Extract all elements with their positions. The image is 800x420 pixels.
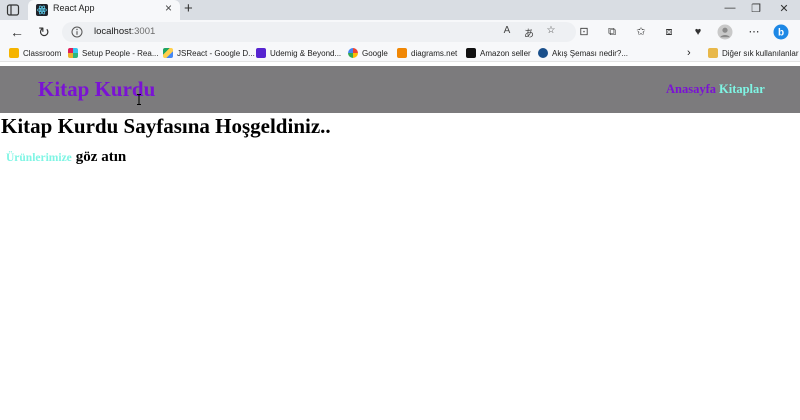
- svg-text:b: b: [778, 28, 784, 39]
- bookmark-label: diagrams.net: [411, 48, 458, 58]
- bookmark-item[interactable]: Google: [348, 46, 388, 60]
- bookmark-item[interactable]: JSReact - Google D...: [163, 46, 255, 60]
- nav-link-kitaplar[interactable]: Kitaplar: [719, 82, 765, 97]
- profile-avatar-icon[interactable]: [717, 24, 733, 40]
- products-callout: Ürünlerimize göz atın: [6, 148, 126, 166]
- refresh-icon[interactable]: ↻: [36, 24, 52, 40]
- info-icon[interactable]: [71, 26, 83, 38]
- bookmark-label: Google: [362, 48, 388, 58]
- bookmark-item[interactable]: Udemig & Beyond...: [256, 46, 341, 60]
- products-link[interactable]: Ürünlerimize: [6, 152, 72, 164]
- bookmark-label: Classroom: [23, 48, 62, 58]
- bookmarks-overflow-icon[interactable]: ›: [687, 46, 691, 60]
- browser-essentials-icon[interactable]: ♥: [690, 24, 706, 40]
- page-title: Kitap Kurdu Sayfasına Hoşgeldiniz..: [1, 114, 331, 138]
- browser-tab[interactable]: React App ×: [28, 0, 180, 20]
- bookmark-label: Udemig & Beyond...: [270, 48, 342, 58]
- extensions-icon[interactable]: ⧉: [604, 24, 620, 40]
- amazon-icon: [466, 48, 476, 58]
- address-bar[interactable]: localhost:3001 A あ ☆: [62, 22, 576, 42]
- slack-icon: [68, 48, 78, 58]
- browser-tab-bar: React App × + — ❐ ✕: [0, 0, 800, 20]
- nav-link-anasayfa[interactable]: Anasayfa: [666, 82, 716, 97]
- restore-icon[interactable]: ❐: [745, 2, 767, 15]
- text-cursor-icon: [137, 94, 141, 105]
- new-tab-icon[interactable]: +: [184, 0, 193, 17]
- globe-icon: [538, 48, 548, 58]
- url-host: localhost: [94, 26, 132, 37]
- bookmark-label: Akış Şeması nedir?...: [552, 48, 629, 58]
- bookmark-label: Setup People - Rea...: [82, 48, 159, 58]
- google-drive-icon: [163, 48, 173, 58]
- app-header: Kitap Kurdu Anasayfa Kitaplar: [0, 66, 800, 113]
- screen-capture-icon[interactable]: ⊡: [576, 24, 592, 40]
- close-tab-icon[interactable]: ×: [165, 1, 172, 15]
- bookmarks-bar: Classroom Setup People - Rea... JSReact …: [0, 44, 800, 62]
- classroom-icon: [9, 48, 19, 58]
- bookmark-item[interactable]: Amazon seller: [466, 46, 531, 60]
- bookmark-item[interactable]: diagrams.net: [397, 46, 457, 60]
- other-bookmarks-label: Diğer sık kullanılanlar: [722, 48, 799, 58]
- favorite-add-icon[interactable]: ☆: [544, 25, 558, 36]
- diagrams-icon: [397, 48, 407, 58]
- favorites-icon[interactable]: ✩: [633, 24, 649, 40]
- more-options-icon[interactable]: ⋯: [746, 24, 762, 40]
- bookmark-item[interactable]: Setup People - Rea...: [68, 46, 159, 60]
- url-text: localhost:3001: [94, 26, 155, 37]
- google-icon: [348, 48, 358, 58]
- bookmark-label: Amazon seller: [480, 48, 531, 58]
- udemy-icon: [256, 48, 266, 58]
- url-port: :3001: [131, 26, 156, 37]
- back-icon[interactable]: ←: [9, 24, 25, 40]
- tab-title: React App: [53, 3, 95, 13]
- browser-toolbar: ← ↻ localhost:3001 A あ ☆ ⊡ ⧉ ✩ ⧈ ♥ ⋯ b: [0, 20, 800, 44]
- copilot-icon[interactable]: b: [773, 24, 789, 40]
- products-callout-text: göz atın: [75, 149, 127, 165]
- translate-icon[interactable]: あ: [522, 25, 536, 40]
- react-icon: [36, 4, 48, 16]
- window-close-icon[interactable]: ✕: [773, 2, 795, 15]
- tab-actions-icon[interactable]: [6, 3, 20, 17]
- bookmark-item[interactable]: Akış Şeması nedir?...: [538, 46, 628, 60]
- minimize-icon[interactable]: —: [719, 2, 741, 14]
- other-bookmarks-folder[interactable]: Diğer sık kullanılanlar: [708, 46, 798, 60]
- bookmark-item[interactable]: Classroom: [9, 46, 61, 60]
- folder-icon: [708, 48, 718, 58]
- read-aloud-icon[interactable]: A: [500, 25, 514, 36]
- bookmark-label: JSReact - Google D...: [177, 48, 255, 58]
- collections-icon[interactable]: ⧈: [661, 24, 677, 40]
